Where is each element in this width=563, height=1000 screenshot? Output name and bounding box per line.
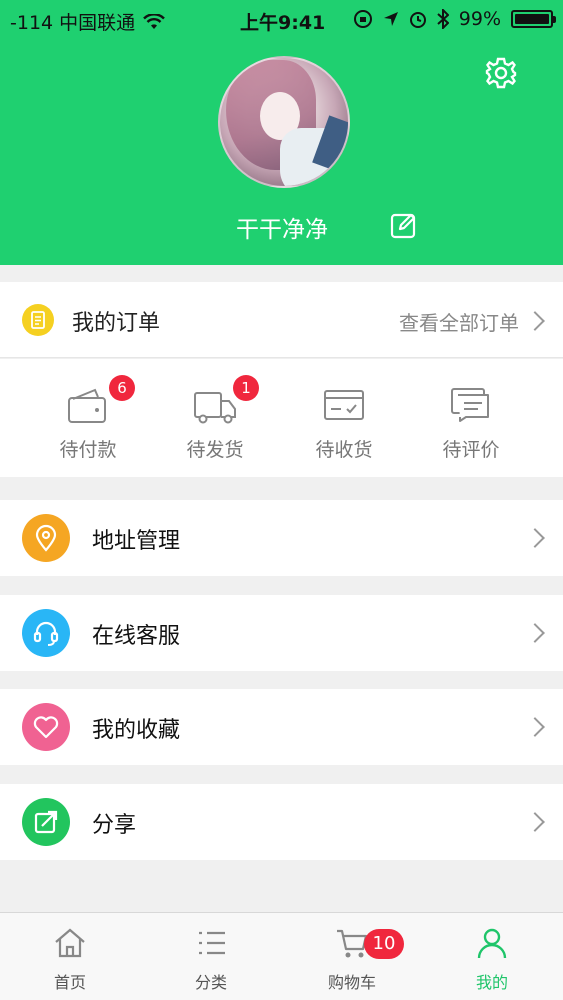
carrier-text: -114 中国联通 bbox=[10, 12, 136, 34]
order-list-icon bbox=[22, 304, 54, 336]
order-status-row: 6 待付款 1 待发货 待收货 待评价 bbox=[0, 359, 563, 477]
package-icon bbox=[324, 390, 364, 420]
status-label: 待发货 bbox=[186, 439, 244, 461]
my-orders-row[interactable]: 我的订单 查看全部订单 bbox=[0, 282, 563, 358]
menu-item-address[interactable]: 地址管理 bbox=[0, 500, 563, 576]
comment-icon bbox=[451, 388, 489, 422]
tab-label: 首页 bbox=[53, 973, 86, 992]
status-label: 待评价 bbox=[442, 439, 500, 461]
battery-icon bbox=[511, 10, 556, 28]
headset-icon bbox=[22, 609, 70, 657]
wallet-icon bbox=[68, 388, 106, 423]
tab-category[interactable]: 分类 bbox=[161, 925, 261, 993]
chevron-right-icon bbox=[525, 528, 545, 548]
status-pending-review[interactable]: 待评价 bbox=[421, 385, 521, 462]
home-icon bbox=[55, 928, 85, 958]
alarm-icon bbox=[409, 12, 426, 28]
tab-cart[interactable]: 10 购物车 bbox=[302, 925, 404, 993]
clock: 上午9:41 bbox=[240, 12, 326, 34]
chevron-right-icon bbox=[525, 717, 545, 737]
avatar[interactable] bbox=[218, 56, 350, 188]
pending-shipment-badge: 1 bbox=[233, 375, 259, 401]
tab-bar: 首页 分类 10 购物车 我的 bbox=[0, 912, 563, 1000]
cart-count-badge: 10 bbox=[364, 929, 404, 959]
menu-item-favorites[interactable]: 我的收藏 bbox=[0, 689, 563, 765]
tab-mine[interactable]: 我的 bbox=[442, 925, 542, 993]
truck-icon bbox=[194, 392, 236, 424]
tab-label: 我的 bbox=[475, 973, 508, 992]
my-orders-title: 我的订单 bbox=[72, 311, 161, 336]
tab-label: 购物车 bbox=[327, 973, 376, 992]
status-pending-payment[interactable]: 6 待付款 bbox=[38, 375, 138, 462]
chevron-right-icon bbox=[525, 311, 545, 331]
location-arrow-icon bbox=[383, 12, 398, 26]
tab-label: 分类 bbox=[194, 973, 227, 992]
status-bar: -114 中国联通 上午9:41 99% bbox=[0, 0, 563, 40]
bluetooth-icon bbox=[437, 9, 449, 29]
chevron-right-icon bbox=[525, 623, 545, 643]
status-label: 待付款 bbox=[59, 439, 117, 461]
location-pin-icon bbox=[22, 514, 70, 562]
profile-header: -114 中国联通 上午9:41 99% 干干净净 bbox=[0, 0, 563, 265]
status-label: 待收货 bbox=[315, 439, 373, 461]
tab-home[interactable]: 首页 bbox=[20, 925, 120, 993]
settings-gear-icon[interactable] bbox=[484, 56, 518, 90]
chevron-right-icon bbox=[525, 812, 545, 832]
share-icon bbox=[22, 798, 70, 846]
username: 干干净净 bbox=[236, 217, 328, 243]
view-all-orders-link[interactable]: 查看全部订单 bbox=[399, 307, 519, 336]
menu-label: 我的收藏 bbox=[92, 718, 181, 743]
status-pending-shipment[interactable]: 1 待发货 bbox=[165, 375, 265, 462]
edit-icon[interactable] bbox=[390, 211, 418, 239]
user-icon bbox=[477, 928, 507, 959]
menu-label: 在线客服 bbox=[92, 624, 181, 649]
menu-label: 地址管理 bbox=[92, 529, 181, 554]
orientation-lock-icon bbox=[353, 10, 372, 28]
status-pending-receipt[interactable]: 待收货 bbox=[294, 385, 394, 462]
wifi-icon bbox=[143, 13, 166, 29]
menu-item-customer-service[interactable]: 在线客服 bbox=[0, 595, 563, 671]
pending-payment-badge: 6 bbox=[109, 375, 135, 401]
menu-item-share[interactable]: 分享 bbox=[0, 784, 563, 860]
heart-icon bbox=[22, 703, 70, 751]
category-list-icon bbox=[199, 931, 225, 955]
menu-label: 分享 bbox=[92, 813, 137, 838]
battery-percent: 99% bbox=[458, 8, 501, 30]
